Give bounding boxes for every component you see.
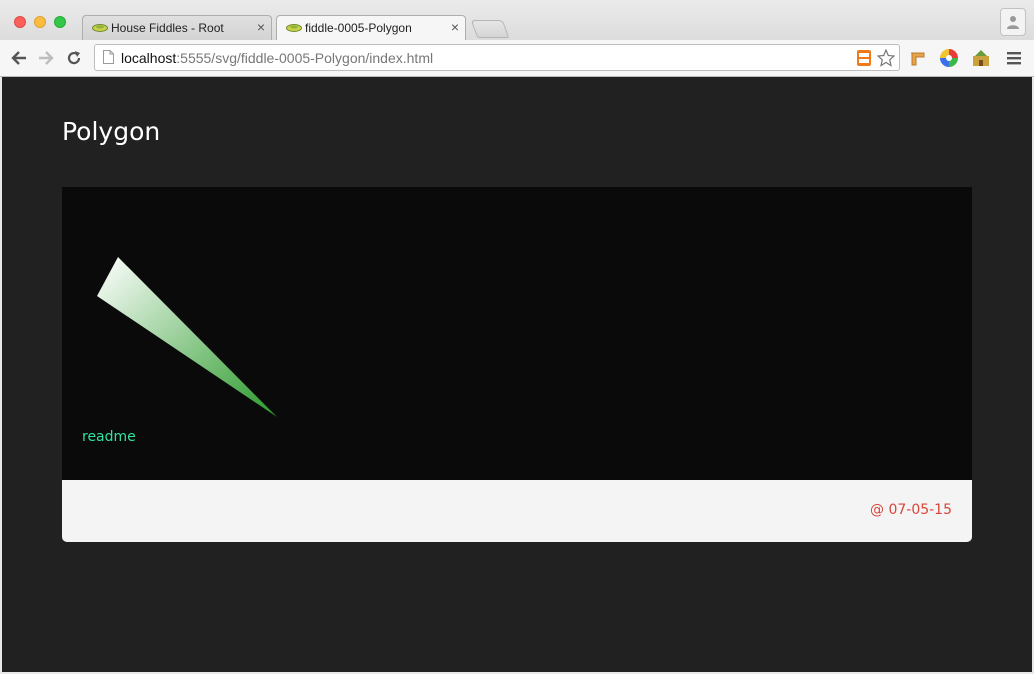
page-title: Polygon [62, 117, 161, 146]
url-path: :5555/svg/fiddle-0005-Polygon/index.html [176, 50, 434, 66]
bookmark-star-icon[interactable] [877, 49, 895, 67]
polygon-svg [97, 257, 277, 417]
color-wheel-icon[interactable] [939, 48, 959, 68]
url-host: localhost [121, 50, 177, 66]
close-window-button[interactable] [14, 16, 26, 28]
reload-icon[interactable] [64, 48, 84, 68]
page-viewport: Polygon readme @ 07-05-15 [2, 77, 1032, 672]
tab-close-icon[interactable]: × [451, 19, 459, 35]
toolbar: localhost:5555/svg/fiddle-0005-Polygon/i… [0, 40, 1034, 77]
svg-stage: readme [62, 187, 972, 480]
new-tab-button[interactable] [470, 20, 510, 38]
profile-icon [1007, 16, 1019, 29]
extension-orange-icon[interactable] [855, 49, 873, 67]
tab-strip: House Fiddles - Root × fiddle-0005-Polyg… [0, 0, 1034, 41]
date-label: @ 07-05-15 [870, 502, 952, 518]
minimize-window-button[interactable] [34, 16, 46, 28]
card-footer: @ 07-05-15 [62, 480, 972, 542]
gradient-polygon [97, 257, 277, 417]
fiddle-card: readme @ 07-05-15 [62, 187, 972, 542]
url-text: localhost:5555/svg/fiddle-0005-Polygon/i… [121, 50, 433, 66]
back-arrow-icon[interactable] [9, 48, 29, 68]
tab-close-icon[interactable]: × [257, 19, 265, 35]
page-icon [103, 50, 114, 64]
readme-link[interactable]: readme [82, 429, 136, 445]
tab-title: fiddle-0005-Polygon [305, 21, 412, 35]
tab-house-fiddles-root[interactable]: House Fiddles - Root × [82, 15, 272, 40]
fiddle-favicon-icon [286, 24, 302, 32]
menu-icon[interactable] [1004, 48, 1024, 68]
zoom-window-button[interactable] [54, 16, 66, 28]
shortcut-icon[interactable] [908, 48, 928, 68]
theme-icon[interactable] [971, 48, 991, 68]
address-bar[interactable]: localhost:5555/svg/fiddle-0005-Polygon/i… [94, 44, 900, 71]
forward-arrow-icon[interactable] [36, 48, 56, 68]
browser-window: House Fiddles - Root × fiddle-0005-Polyg… [0, 0, 1034, 674]
fiddle-favicon-icon [92, 24, 108, 32]
tab-fiddle-0005-polygon[interactable]: fiddle-0005-Polygon × [276, 15, 466, 41]
tab-title: House Fiddles - Root [111, 21, 224, 35]
profile-button[interactable] [1000, 8, 1026, 36]
